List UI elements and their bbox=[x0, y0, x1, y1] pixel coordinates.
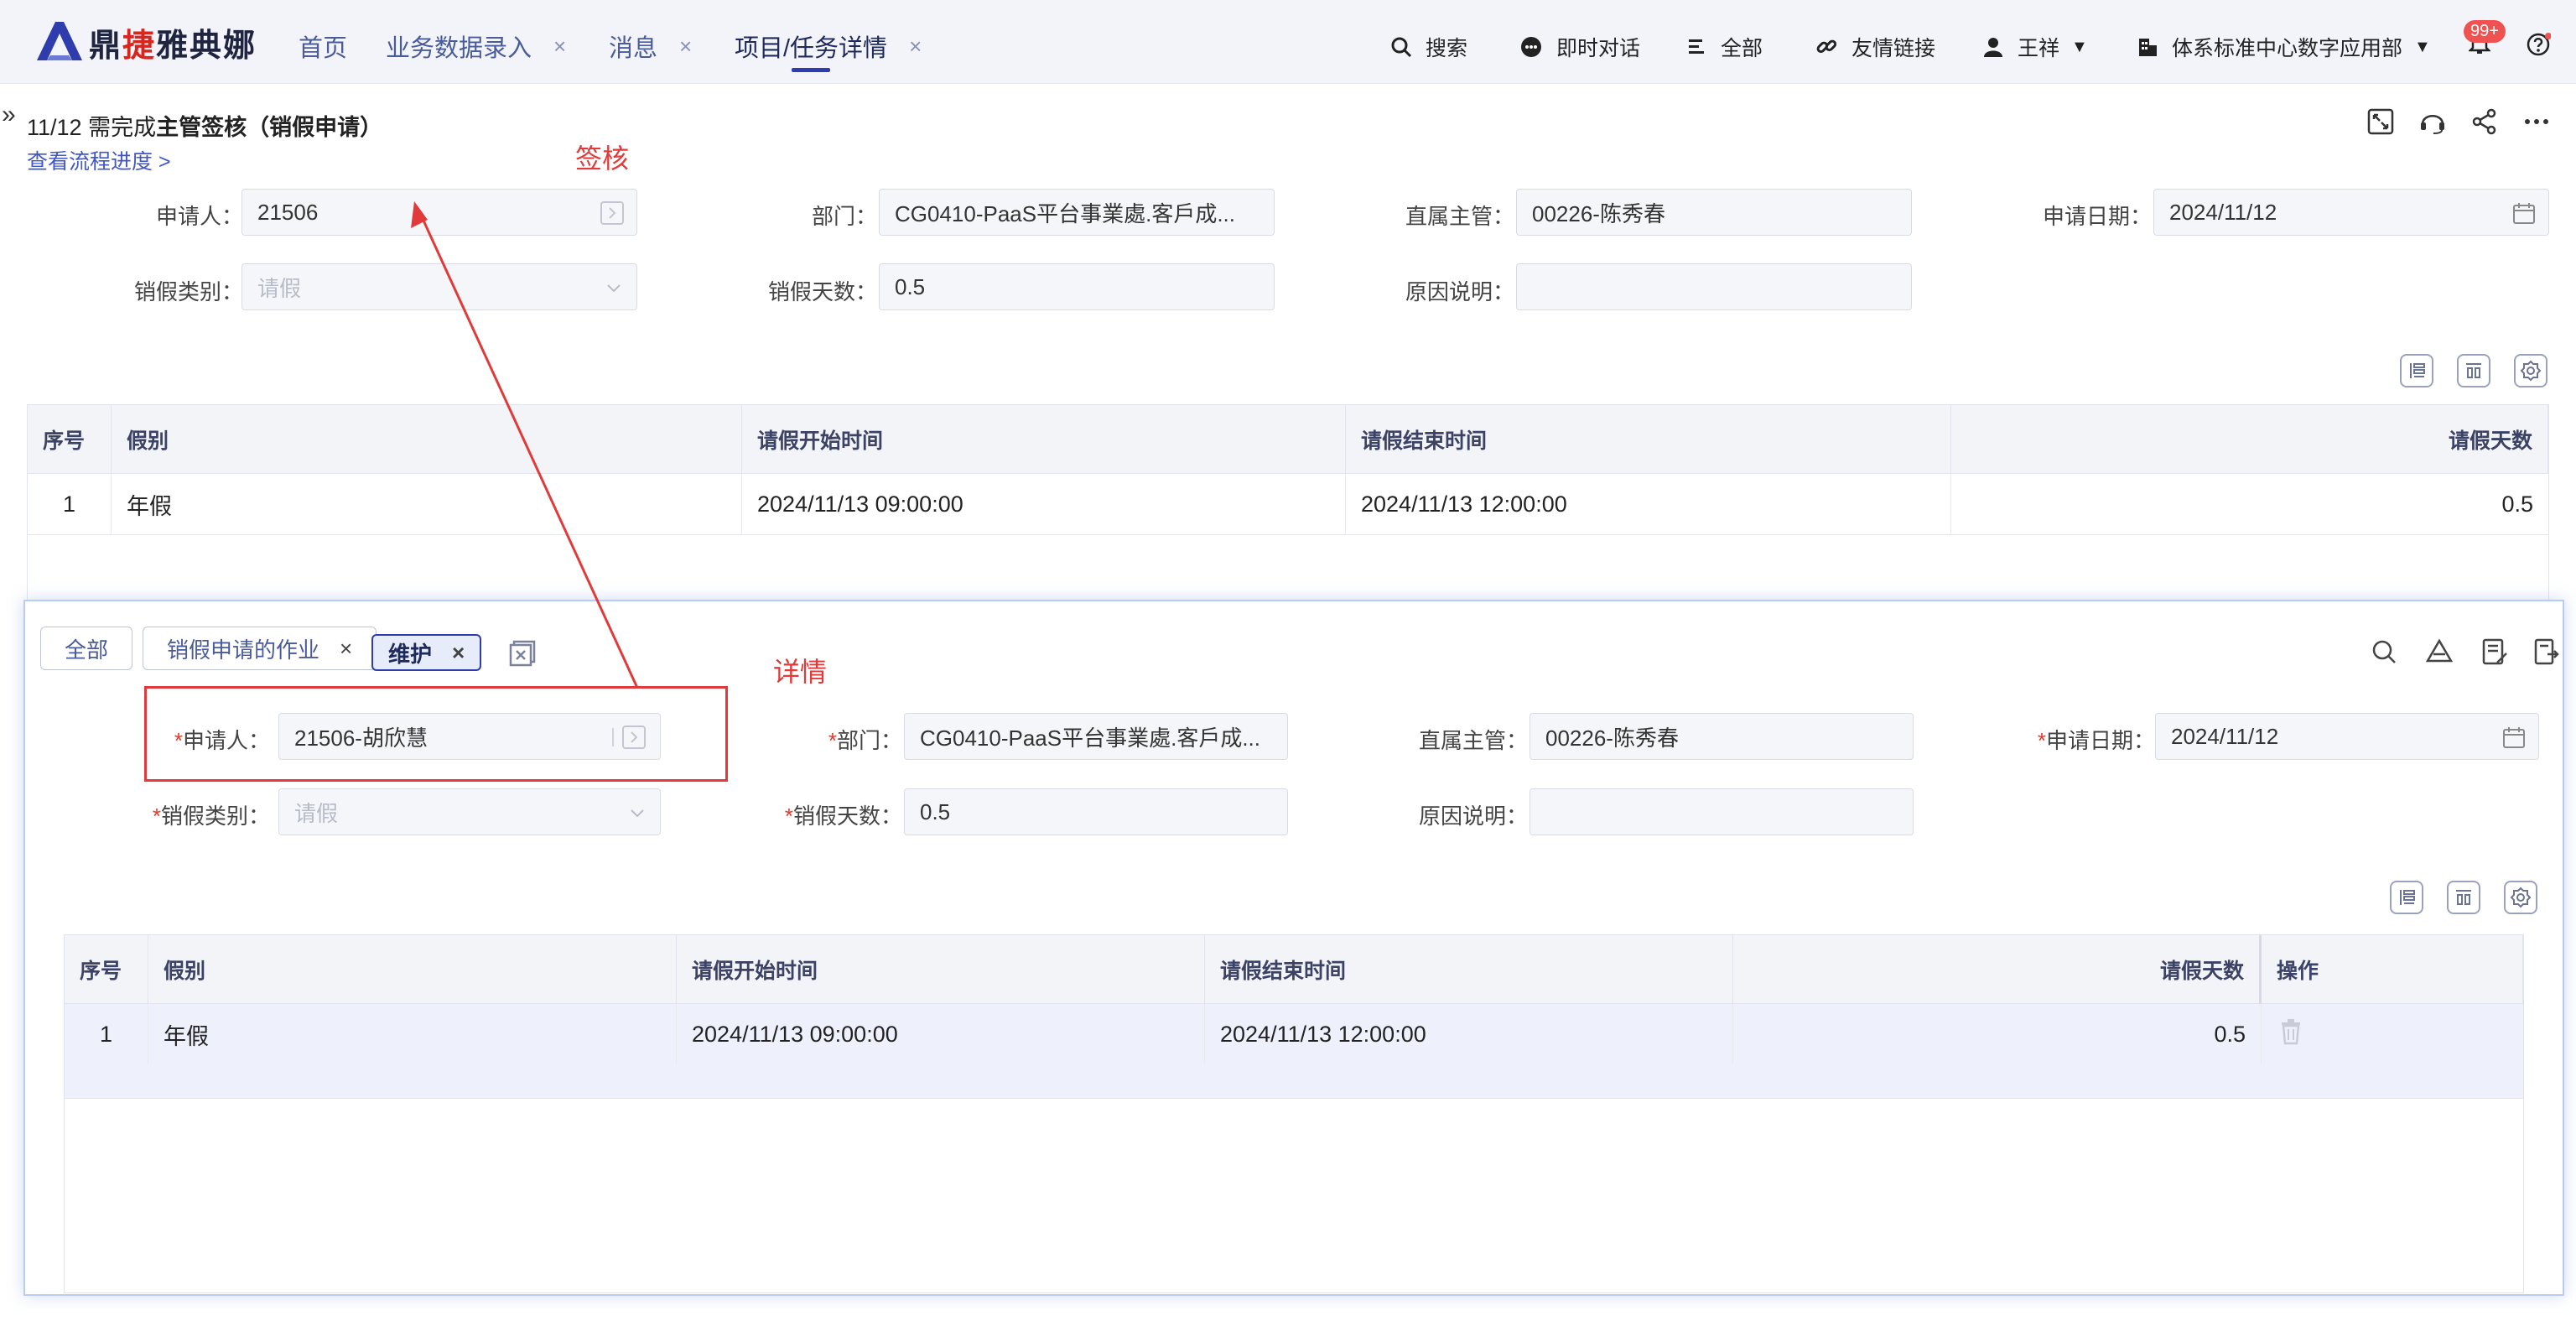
annotation-arrow bbox=[411, 201, 639, 689]
